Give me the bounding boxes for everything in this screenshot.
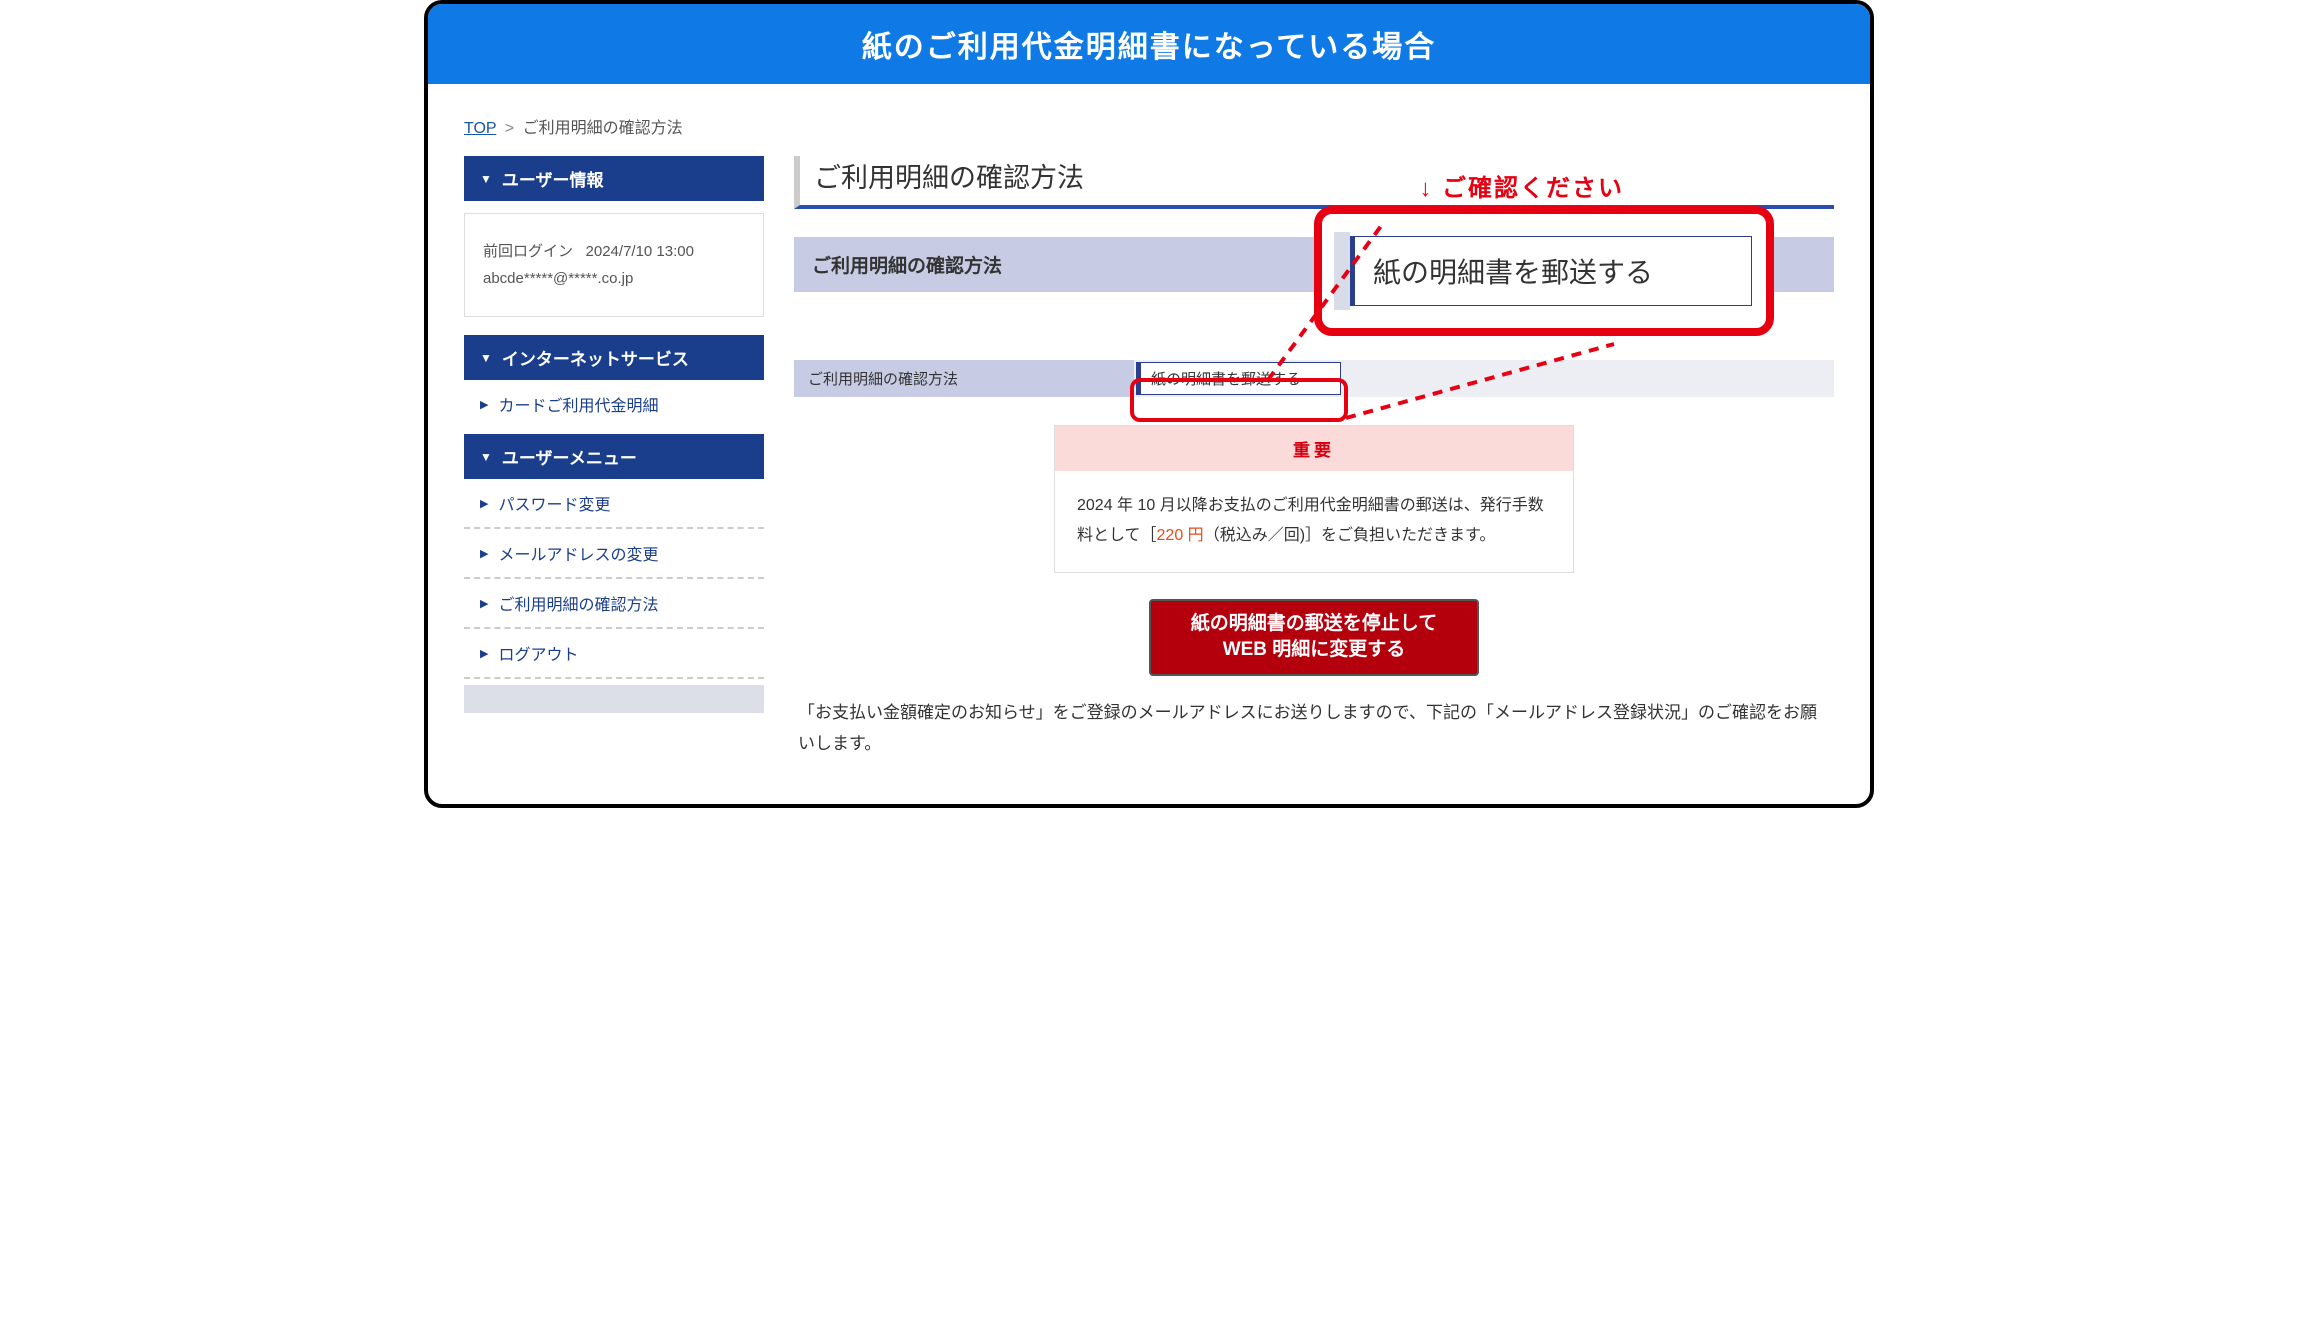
cta-change-to-web-button[interactable]: 紙の明細書の郵送を停止して WEB 明細に変更する: [1149, 599, 1479, 676]
detail-value: 紙の明細書を郵送する: [1136, 362, 1341, 395]
cta-line1: 紙の明細書の郵送を停止して: [1191, 613, 1437, 634]
sidebar-header-user[interactable]: ▼ ユーザー情報: [464, 156, 764, 201]
sidebar-spacer: [464, 685, 764, 713]
notice-text-post: （税込み／回)］をご負担いただきます。: [1204, 527, 1496, 544]
sidebar-header-internet[interactable]: ▼ インターネットサービス: [464, 335, 764, 380]
sidebar-item-statement[interactable]: ▶ カードご利用代金明細: [464, 380, 764, 428]
breadcrumb-top-link[interactable]: TOP: [464, 120, 496, 137]
breadcrumb-current: ご利用明細の確認方法: [523, 120, 683, 137]
callout-label: ↓ ご確認ください: [1419, 168, 1624, 203]
user-email-masked: abcde*****@*****.co.jp: [483, 265, 745, 292]
sidebar-item-confirm[interactable]: ▶ ご利用明細の確認方法: [464, 579, 764, 629]
notice-body: 2024 年 10 月以降お支払のご利用代金明細書の郵送は、発行手数料として［2…: [1055, 471, 1573, 572]
sidebar-item-confirm-label: ご利用明細の確認方法: [498, 591, 658, 615]
sidebar-item-password-label: パスワード変更: [498, 491, 610, 515]
app-frame: 紙のご利用代金明細書になっている場合 TOP > ご利用明細の確認方法 ▼ ユー…: [424, 0, 1874, 808]
breadcrumb-sep: >: [505, 120, 514, 137]
chevron-down-icon: ▼: [480, 351, 492, 365]
sidebar-item-logout-label: ログアウト: [498, 641, 578, 665]
notice-fee: 220 円: [1157, 527, 1204, 544]
chevron-right-icon: ▶: [480, 497, 488, 510]
chevron-down-icon: ▼: [480, 172, 492, 186]
sidebar-item-password[interactable]: ▶ パスワード変更: [464, 479, 764, 529]
sidebar-header-internet-label: インターネットサービス: [502, 345, 689, 370]
chevron-down-icon: ▼: [480, 450, 492, 464]
chevron-right-icon: ▶: [480, 647, 488, 660]
notice-box: 重要 2024 年 10 月以降お支払のご利用代金明細書の郵送は、発行手数料とし…: [1054, 425, 1574, 573]
breadcrumb: TOP > ご利用明細の確認方法: [464, 114, 1834, 138]
sidebar-item-email[interactable]: ▶ メールアドレスの変更: [464, 529, 764, 579]
detail-label: ご利用明細の確認方法: [794, 360, 1134, 397]
content-area: TOP > ご利用明細の確認方法 ▼ ユーザー情報 前回ログイン 2024/7/…: [428, 84, 1870, 804]
page-title: ご利用明細の確認方法: [794, 156, 1834, 209]
detail-value-wrap: 紙の明細書を郵送する: [1134, 360, 1834, 397]
sidebar-header-user-label: ユーザー情報: [502, 166, 604, 191]
sidebar-item-statement-label: カードご利用代金明細: [498, 392, 658, 416]
callout-box: 紙の明細書を郵送する: [1314, 206, 1774, 336]
sidebar-userbox: 前回ログイン 2024/7/10 13:00 abcde*****@*****.…: [464, 213, 764, 317]
main-area: ↓ ご確認ください 紙の明細書を郵送する ご利用明細の確認方法 ご利用明細の確認…: [794, 156, 1834, 759]
chevron-right-icon: ▶: [480, 398, 488, 411]
last-login-label: 前回ログイン: [483, 243, 573, 260]
sidebar-header-menu-label: ユーザーメニュー: [502, 444, 637, 469]
sidebar-item-logout[interactable]: ▶ ログアウト: [464, 629, 764, 679]
detail-row: ご利用明細の確認方法 紙の明細書を郵送する: [794, 360, 1834, 397]
sidebar-header-menu[interactable]: ▼ ユーザーメニュー: [464, 434, 764, 479]
last-login-value: 2024/7/10 13:00: [586, 243, 694, 260]
sidebar-item-email-label: メールアドレスの変更: [498, 541, 658, 565]
sidebar: ▼ ユーザー情報 前回ログイン 2024/7/10 13:00 abcde***…: [464, 156, 764, 713]
foot-note: 「お支払い金額確定のお知らせ」をご登録のメールアドレスにお送りしますので、下記の…: [794, 698, 1834, 759]
chevron-right-icon: ▶: [480, 547, 488, 560]
callout-accent: [1334, 232, 1350, 310]
chevron-right-icon: ▶: [480, 597, 488, 610]
notice-head: 重要: [1055, 426, 1573, 471]
callout-text: 紙の明細書を郵送する: [1348, 236, 1752, 306]
cta-line2: WEB 明細に変更する: [1223, 639, 1406, 660]
banner-title: 紙のご利用代金明細書になっている場合: [428, 4, 1870, 84]
